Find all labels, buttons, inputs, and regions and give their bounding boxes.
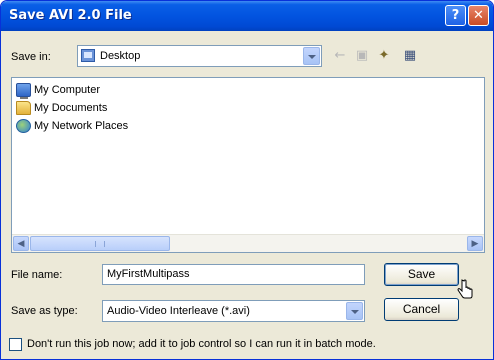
save-in-label: Save in: <box>11 51 51 63</box>
save-as-type-label: Save as type: <box>11 305 78 317</box>
save-in-value: Desktop <box>100 50 141 62</box>
chevron-down-icon[interactable] <box>303 47 320 65</box>
documents-folder-icon <box>16 101 31 115</box>
scroll-right-icon[interactable]: ▶ <box>467 236 483 251</box>
batch-mode-label: Don't run this job now; add it to job co… <box>27 338 376 350</box>
save-in-dropdown[interactable]: Desktop <box>77 45 322 67</box>
file-list[interactable]: My Computer My Documents My Network Plac… <box>11 77 485 253</box>
batch-mode-checkbox[interactable] <box>9 338 22 351</box>
scroll-thumb[interactable] <box>30 236 170 251</box>
desktop-icon <box>81 49 95 62</box>
list-item-label: My Documents <box>34 102 108 114</box>
scroll-left-icon[interactable]: ◀ <box>13 236 29 251</box>
list-item-label: My Network Places <box>34 120 129 132</box>
save-as-type-value: Audio-Video Interleave (*.avi) <box>107 305 250 317</box>
save-button[interactable]: Save <box>384 263 459 286</box>
close-button[interactable]: ✕ <box>468 5 489 26</box>
list-item[interactable]: My Documents <box>16 99 107 117</box>
help-button[interactable]: ? <box>445 5 466 26</box>
save-avi-dialog: Save AVI 2.0 File ? ✕ Save in: Desktop ←… <box>0 0 494 360</box>
save-as-type-dropdown[interactable]: Audio-Video Interleave (*.avi) <box>102 300 365 322</box>
network-places-icon <box>16 119 31 133</box>
hand-cursor-icon <box>457 279 473 299</box>
list-item-label: My Computer <box>34 84 101 96</box>
cancel-button[interactable]: Cancel <box>384 298 459 321</box>
back-arrow-icon[interactable]: ← <box>331 48 349 64</box>
view-menu-icon[interactable]: ▦ <box>397 48 423 64</box>
new-folder-icon[interactable]: ✦ <box>375 48 393 64</box>
chevron-down-icon[interactable] <box>346 302 363 320</box>
up-folder-icon[interactable]: ▣ <box>353 48 371 64</box>
horizontal-scrollbar[interactable]: ◀ ▶ <box>12 234 484 252</box>
file-name-label: File name: <box>11 269 63 281</box>
list-item[interactable]: My Computer <box>16 81 100 99</box>
dialog-title: Save AVI 2.0 File <box>9 8 132 23</box>
computer-icon <box>16 83 31 99</box>
list-item[interactable]: My Network Places <box>16 117 128 135</box>
title-bar[interactable]: Save AVI 2.0 File ? ✕ <box>1 1 493 31</box>
file-name-input[interactable]: MyFirstMultipass <box>102 264 365 285</box>
